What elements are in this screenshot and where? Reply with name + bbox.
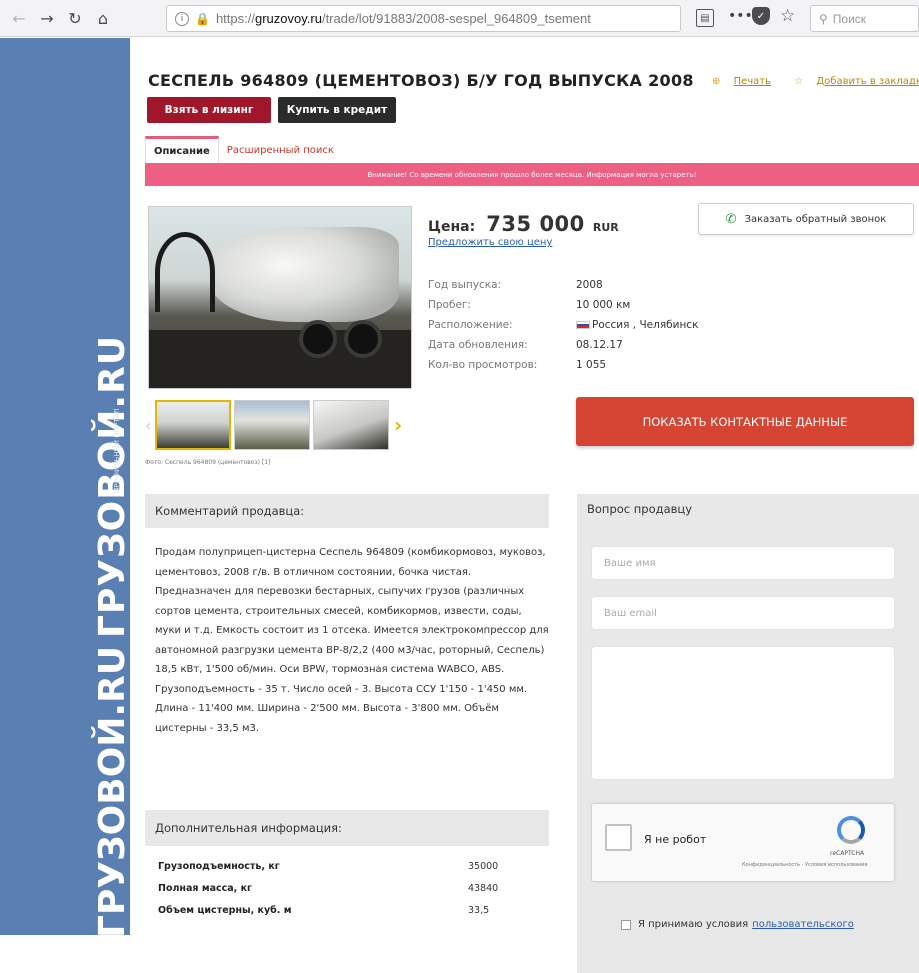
agree-checkbox[interactable] <box>621 919 631 930</box>
offer-price-link[interactable]: Предложить свою цену <box>428 237 552 248</box>
recaptcha-widget: Я не робот reCAPTCHA Конфиденциальность … <box>591 803 895 882</box>
table-row: Объем цистерны, куб. м 33,5 <box>158 904 490 916</box>
terms-link[interactable]: пользовательского <box>752 919 854 930</box>
tab-advanced-search[interactable]: Расширенный поиск <box>219 136 342 164</box>
forward-icon[interactable]: → <box>34 5 60 31</box>
search-input[interactable]: ⚲ Поиск <box>810 5 919 32</box>
home-icon[interactable]: ⌂ <box>90 5 116 31</box>
sidebar-brand: ГРУЗОВОЙ.RU <box>92 334 130 638</box>
alert-banner: Внимание! Со времени обновления прошло б… <box>145 163 919 186</box>
photo-caption: Фото: Сеспель 964809 (цементовоз) [1] <box>145 459 271 466</box>
name-field[interactable]: Ваше имя <box>591 546 895 580</box>
captcha-checkbox[interactable] <box>605 824 632 851</box>
table-row: Полная масса, кг 43840 <box>158 882 499 894</box>
question-panel: Вопрос продавцу Ваше имя Ваш email Я не … <box>577 494 919 973</box>
address-bar[interactable]: i 🔒 https://gruzovoy.ru/trade/lot/91883/… <box>166 5 681 32</box>
comment-text: Продам полуприцеп-цистерна Сеспель 96480… <box>155 547 549 734</box>
pocket-icon[interactable]: ✓ <box>752 7 770 25</box>
nav-buttons: ← → ↻ ⌂ <box>0 5 116 31</box>
page-title: СЕСПЕЛЬ 964809 (ЦЕМЕНТОВОЗ) Б/У ГОД ВЫПУ… <box>148 71 694 90</box>
price: Цена: 735 000 RUR <box>428 212 619 236</box>
question-header: Вопрос продавцу <box>587 502 693 516</box>
recaptcha-icon <box>837 816 865 844</box>
page-actions: ⊕ Печать ☆ Добавить в закладки <box>712 76 919 87</box>
credit-button[interactable]: Купить в кредит <box>278 97 396 123</box>
thumbnail-strip: ‹ › <box>145 399 402 451</box>
sidebar-tagline: ПРОФИЛЬНЫЙ ПОРТАЛ <box>113 408 121 493</box>
russia-flag-icon <box>576 321 590 329</box>
main-photo[interactable] <box>148 206 412 389</box>
comment-header: Комментарий продавца: <box>145 494 549 528</box>
spec-list: Год выпуска: 2008 Пробег: 10 000 км Распол… <box>428 275 698 375</box>
chevron-right-icon[interactable]: › <box>394 413 402 437</box>
captcha-brand: reCAPTCHA <box>830 850 865 857</box>
brand-sidebar: ГРУЗОВОЙ.RU ПРОФИЛЬНЫЙ ПОРТАЛ ГРУЗОВОЙ.R… <box>0 38 130 935</box>
bookmark-star-icon[interactable]: ☆ <box>780 6 795 26</box>
sidebar-brand-repeat: ГРУЗОВОЙ.RU <box>92 645 130 935</box>
tab-description[interactable]: Описание <box>145 136 219 164</box>
info-icon[interactable]: i <box>175 11 189 26</box>
additional-info-table: Грузоподъемность, кг 35000 Полная масса, … <box>158 855 538 921</box>
reader-view-icon[interactable]: ▤ <box>696 9 714 27</box>
callback-button[interactable]: ✆ Заказать обратный звонок <box>698 203 914 235</box>
table-row: Грузоподъемность, кг 35000 <box>158 860 499 872</box>
search-icon: ⚲ <box>819 11 828 26</box>
tabs: Описание Расширенный поиск <box>145 136 342 164</box>
star-icon: ☆ <box>794 76 807 87</box>
spec-row: Пробег: 10 000 км <box>428 299 631 311</box>
captcha-label: Я не робот <box>644 833 707 846</box>
price-currency: RUR <box>592 221 619 234</box>
spec-row: Год выпуска: 2008 <box>428 279 603 291</box>
thumbnail[interactable] <box>234 400 310 450</box>
price-label: Цена: <box>428 219 476 235</box>
show-contacts-button[interactable]: ПОКАЗАТЬ КОНТАКТНЫЕ ДАННЫЕ <box>576 397 914 446</box>
agree-row: Я принимаю условия пользовательского <box>621 919 854 930</box>
spec-row: Дата обновления: 08.12.17 <box>428 339 623 351</box>
email-field[interactable]: Ваш email <box>591 596 895 630</box>
lock-icon: 🔒 <box>195 11 210 26</box>
browser-toolbar: ← → ↻ ⌂ i 🔒 https://gruzovoy.ru/trade/lo… <box>0 0 919 37</box>
print-link[interactable]: ⊕ Печать <box>712 76 781 87</box>
reload-icon[interactable]: ↻ <box>62 5 88 31</box>
additional-info-header: Дополнительная информация: <box>145 810 549 846</box>
phone-icon: ✆ <box>725 211 737 227</box>
message-textarea[interactable] <box>591 646 895 780</box>
print-icon: ⊕ <box>712 76 724 87</box>
lease-button[interactable]: Взять в лизинг <box>147 97 271 123</box>
thumbnail[interactable] <box>313 400 389 450</box>
bookmark-link[interactable]: ☆ Добавить в закладки <box>794 76 919 87</box>
spec-row: Расположение: Россия , Челябинск <box>428 319 699 331</box>
thumbnail[interactable] <box>155 400 231 450</box>
price-value: 735 000 <box>486 212 585 236</box>
spec-row: Кол-во просмотров: 1 055 <box>428 359 607 371</box>
url-text: https://gruzovoy.ru/trade/lot/91883/2008… <box>215 11 591 26</box>
back-icon[interactable]: ← <box>6 5 32 31</box>
chevron-left-icon[interactable]: ‹ <box>145 416 155 435</box>
captcha-terms[interactable]: Конфиденциальность - Условия использован… <box>742 862 868 868</box>
page-actions-icon[interactable]: ••• <box>728 8 753 24</box>
